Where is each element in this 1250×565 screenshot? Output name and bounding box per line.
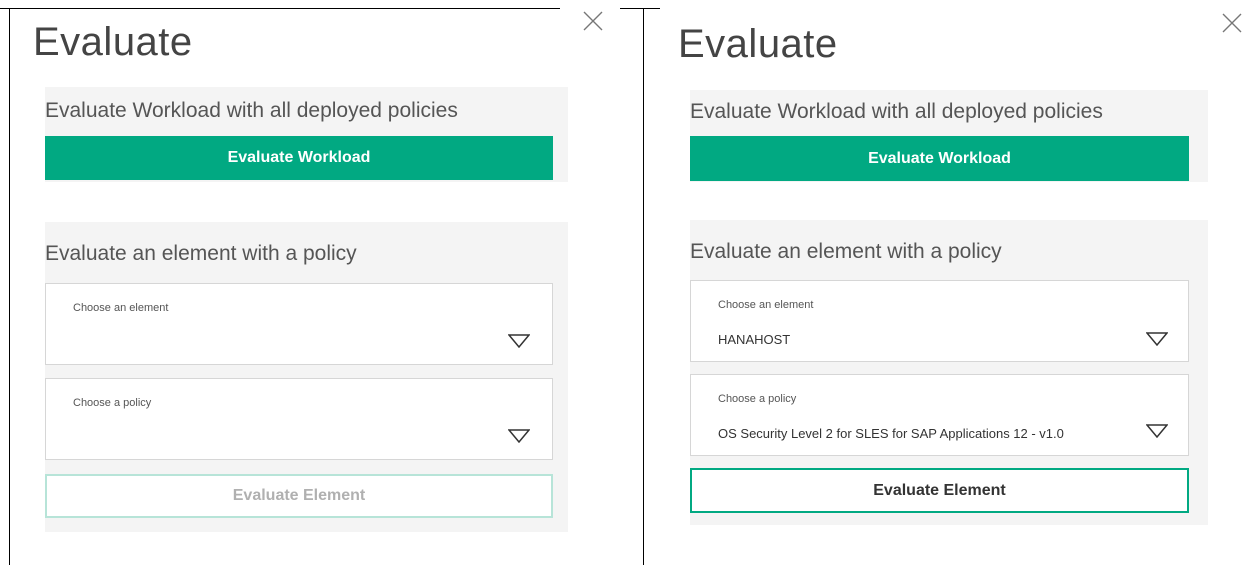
evaluate-dialog-before: Evaluate Evaluate Workload with all depl… <box>0 0 640 565</box>
element-section-heading: Evaluate an element with a policy <box>45 242 357 265</box>
chevron-down-icon <box>507 334 531 349</box>
element-section: Evaluate an element with a policy Choose… <box>45 222 568 532</box>
workload-section: Evaluate Workload with all deployed poli… <box>45 87 568 182</box>
element-select-label: Choose an element <box>718 299 814 311</box>
element-section: Evaluate an element with a policy Choose… <box>690 220 1208 525</box>
dialog-title: Evaluate <box>678 22 838 66</box>
workload-section: Evaluate Workload with all deployed poli… <box>690 90 1208 182</box>
chevron-down-icon <box>507 429 531 444</box>
chevron-down-icon <box>1145 332 1169 347</box>
frame-divider-line <box>643 8 644 565</box>
policy-select-label: Choose a policy <box>73 397 152 409</box>
policy-select[interactable]: Choose a policy <box>45 378 553 460</box>
element-select[interactable]: Choose an element <box>45 283 553 365</box>
evaluate-workload-button[interactable]: Evaluate Workload <box>690 136 1189 181</box>
dialog-title: Evaluate <box>33 20 193 64</box>
evaluate-element-button[interactable]: Evaluate Element <box>690 468 1189 513</box>
evaluate-dialog-after: Evaluate Evaluate Workload with all depl… <box>645 0 1250 565</box>
close-icon[interactable] <box>583 11 603 31</box>
evaluate-workload-button[interactable]: Evaluate Workload <box>45 136 553 180</box>
chevron-down-icon <box>1145 424 1169 439</box>
workload-section-heading: Evaluate Workload with all deployed poli… <box>690 100 1103 123</box>
policy-select-label: Choose a policy <box>718 393 797 405</box>
element-select-value: HANAHOST <box>718 332 791 347</box>
close-icon[interactable] <box>1222 13 1242 33</box>
evaluate-element-button[interactable]: Evaluate Element <box>45 474 553 518</box>
policy-select-value: OS Security Level 2 for SLES for SAP App… <box>718 426 1064 441</box>
workload-section-heading: Evaluate Workload with all deployed poli… <box>45 99 458 122</box>
element-select-label: Choose an element <box>73 302 169 314</box>
element-select[interactable]: Choose an element HANAHOST <box>690 280 1189 362</box>
policy-select[interactable]: Choose a policy OS Security Level 2 for … <box>690 374 1189 456</box>
element-section-heading: Evaluate an element with a policy <box>690 240 1002 263</box>
